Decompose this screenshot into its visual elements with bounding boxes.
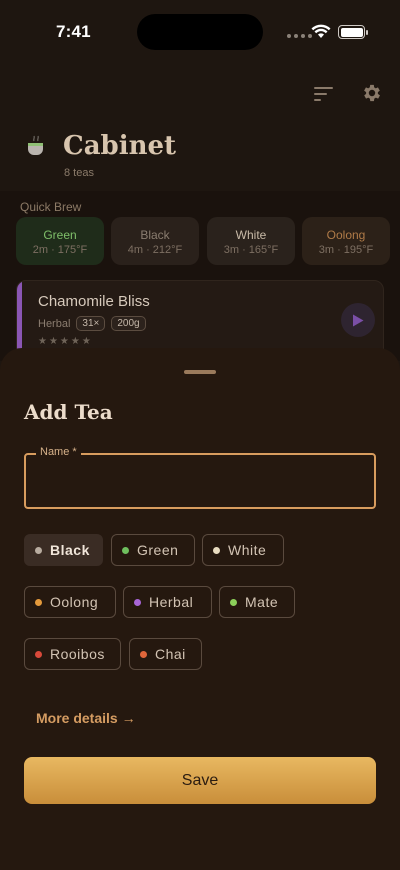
tea-card-name: Chamomile Bliss xyxy=(38,293,150,310)
type-chip-mate[interactable]: Mate xyxy=(219,586,295,618)
type-chip-label: Chai xyxy=(155,646,186,662)
tea-card-brew-count: 31× xyxy=(76,316,106,331)
tea-count: 8 teas xyxy=(64,167,94,179)
type-color-dot xyxy=(35,546,42,554)
quick-brew-time: 3m · 195°F xyxy=(318,244,374,256)
quick-brew-time: 4m · 212°F xyxy=(127,244,183,256)
save-button[interactable]: Save xyxy=(24,757,376,804)
add-tea-sheet: Add Tea Name * Black Green White Oolong … xyxy=(0,348,400,870)
type-color-dot xyxy=(140,650,147,658)
play-icon xyxy=(353,314,364,326)
sort-icon[interactable] xyxy=(314,86,334,102)
dynamic-island xyxy=(137,14,263,50)
type-chip-green[interactable]: Green xyxy=(111,534,195,566)
type-chip-black[interactable]: Black xyxy=(24,534,103,566)
wifi-icon xyxy=(311,24,331,38)
quick-brew-name: Green xyxy=(43,228,77,242)
quick-brew-black[interactable]: Black 4m · 212°F xyxy=(111,217,199,265)
page-title: Cabinet xyxy=(63,131,177,161)
type-chip-white[interactable]: White xyxy=(202,534,284,566)
quick-brew-time: 3m · 165°F xyxy=(223,244,279,256)
type-chip-oolong[interactable]: Oolong xyxy=(24,586,116,618)
quick-brew-time: 2m · 175°F xyxy=(32,244,88,256)
quick-brew-green[interactable]: Green 2m · 175°F xyxy=(16,217,104,265)
type-color-dot xyxy=(213,546,220,554)
type-chip-rooibos[interactable]: Rooibos xyxy=(24,638,121,670)
quick-brew-name: White xyxy=(235,228,267,242)
type-chip-herbal[interactable]: Herbal xyxy=(123,586,212,618)
type-color-dot xyxy=(230,598,237,606)
type-chip-label: Black xyxy=(50,542,90,558)
signal-icon xyxy=(287,34,312,38)
name-field[interactable]: Name * xyxy=(24,446,376,509)
type-chip-label: Rooibos xyxy=(50,646,105,662)
type-color-dot xyxy=(35,650,42,658)
quick-brew-name: Oolong xyxy=(326,228,366,242)
play-button[interactable] xyxy=(341,303,375,337)
sheet-title: Add Tea xyxy=(24,400,113,424)
type-color-dot xyxy=(134,598,141,606)
type-chip-label: Mate xyxy=(245,594,279,610)
tea-card-weight: 200g xyxy=(111,316,146,331)
status-time: 7:41 xyxy=(56,22,91,41)
more-details-link[interactable]: More details → xyxy=(36,710,136,726)
gear-icon[interactable] xyxy=(361,82,383,104)
tea-card-type: Herbal xyxy=(38,317,71,330)
type-chip-label: White xyxy=(228,542,267,558)
top-actions xyxy=(0,82,400,108)
type-chip-label: Green xyxy=(137,542,179,558)
status-bar: 7:41 xyxy=(0,0,400,60)
name-field-label: Name * xyxy=(36,446,81,458)
quick-brew-label: Quick Brew xyxy=(20,200,82,214)
rating-stars[interactable]: ★★★★★ xyxy=(38,336,93,347)
tea-card-meta: Herbal 31× 200g xyxy=(38,316,146,331)
battery-icon xyxy=(338,25,368,39)
type-chip-label: Oolong xyxy=(50,594,99,610)
quick-brew-row: Green 2m · 175°F Black 4m · 212°F White … xyxy=(16,217,400,267)
quick-brew-oolong[interactable]: Oolong 3m · 195°F xyxy=(302,217,390,265)
tea-cup-icon xyxy=(28,135,43,155)
type-color-dot xyxy=(35,598,42,606)
sheet-drag-handle[interactable] xyxy=(184,370,216,374)
type-chip-chai[interactable]: Chai xyxy=(129,638,202,670)
type-chip-label: Herbal xyxy=(149,594,194,610)
page-header: Cabinet 8 teas xyxy=(0,125,400,191)
type-color-dot xyxy=(122,546,129,554)
quick-brew-white[interactable]: White 3m · 165°F xyxy=(207,217,295,265)
name-input[interactable] xyxy=(38,469,362,493)
quick-brew-name: Black xyxy=(140,228,170,242)
